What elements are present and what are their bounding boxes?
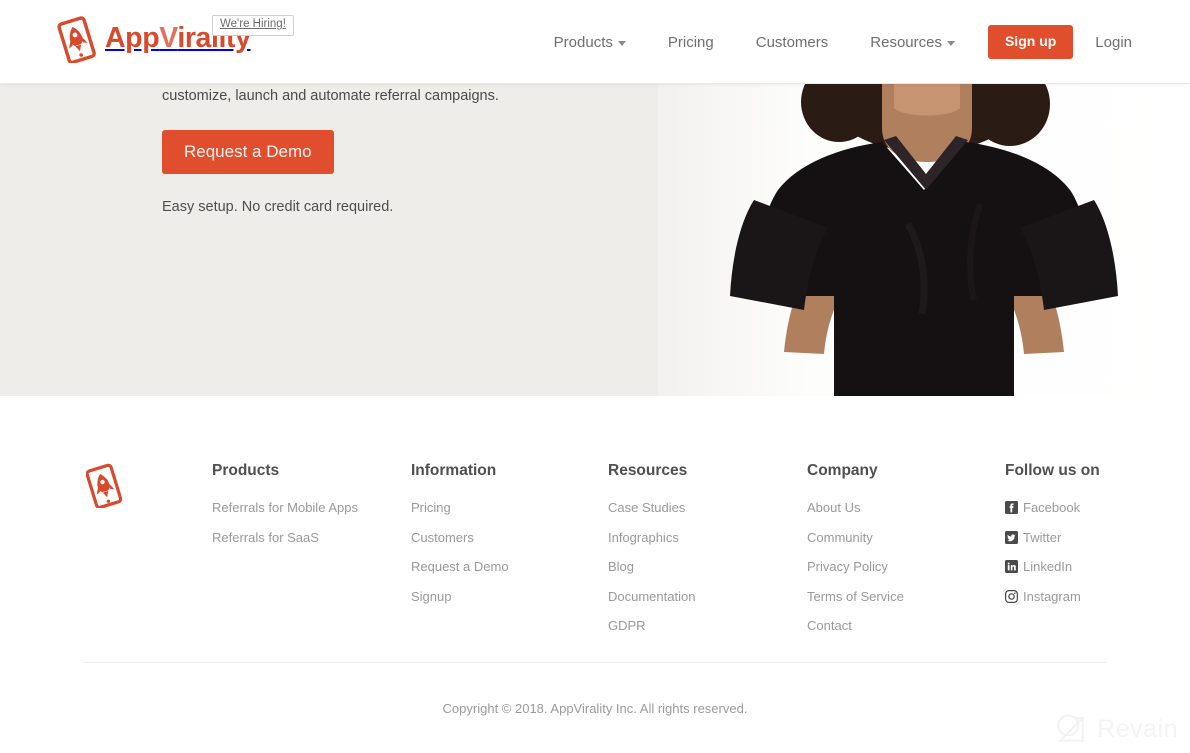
nav-item-products[interactable]: Products [533,34,647,51]
footer-link-documentation[interactable]: Documentation [608,589,695,605]
social-label-instagram: Instagram [1023,588,1081,604]
footer-divider [83,662,1107,663]
signup-button[interactable]: Sign up [987,25,1074,59]
footer-column-information: Information Pricing Customers Request a … [411,462,509,618]
footer-link-gdpr[interactable]: GDPR [608,618,695,634]
social-label-linkedin: LinkedIn [1023,559,1073,575]
facebook-icon [1005,501,1018,515]
footer-link-contact[interactable]: Contact [807,618,904,634]
hero-copy: customize, launch and automate referral … [162,84,582,215]
social-link-instagram[interactable]: Instagram [1005,589,1100,605]
footer-column-resources: Resources Case Studies Infographics Blog… [608,462,695,648]
twitter-icon [1005,530,1018,544]
footer-heading-company: Company [807,462,878,479]
nav-item-resources[interactable]: Resources [849,34,976,51]
footer-rocket-phone-logo-icon [86,463,123,508]
hero-note: Easy setup. No credit card required. [162,199,394,216]
footer-link-case-studies[interactable]: Case Studies [608,500,695,516]
social-link-linkedin[interactable]: LinkedIn [1005,559,1100,575]
footer-link-about-us[interactable]: About Us [807,500,904,516]
footer-link-customers[interactable]: Customers [411,530,509,546]
social-link-twitter[interactable]: Twitter [1005,530,1100,546]
footer-link-community[interactable]: Community [807,530,904,546]
hiring-badge[interactable]: We're Hiring! [212,15,294,36]
hero-section: customize, launch and automate referral … [0,84,1190,396]
nav-label-products: Products [553,33,613,51]
footer-link-pricing[interactable]: Pricing [411,500,509,516]
footer-heading-products: Products [212,462,280,479]
footer-link-referrals-saas[interactable]: Referrals for SaaS [212,530,358,546]
nav-label-customers: Customers [755,33,829,51]
footer-heading-social: Follow us on [1005,462,1100,479]
rocket-phone-logo-icon [57,16,96,63]
social-label-facebook: Facebook [1023,500,1081,515]
site-header: AppVirality We're Hiring! Products Prici… [0,0,1190,84]
hero-photo [658,84,1190,396]
footer-link-referrals-mobile-apps[interactable]: Referrals for Mobile Apps [212,500,358,516]
chevron-down-icon [946,41,955,46]
nav-item-pricing[interactable]: Pricing [647,34,735,51]
brand-word-v: V [159,22,178,54]
social-link-facebook[interactable]: Facebook [1005,500,1100,516]
revain-magnifier-logo-icon [1057,714,1084,742]
footer-column-company: Company About Us Community Privacy Polic… [807,462,904,648]
footer-link-privacy-policy[interactable]: Privacy Policy [807,559,904,575]
copyright-text: Copyright © 2018. AppVirality Inc. All r… [442,701,748,716]
footer-heading-resources: Resources [608,462,688,479]
main-navigation: Products Pricing Customers Resources Sig… [533,0,1142,84]
login-link[interactable]: Login [1085,34,1142,51]
footer-column-products: Products Referrals for Mobile Apps Refer… [212,462,358,559]
footer-link-terms-of-service[interactable]: Terms of Service [807,589,904,605]
woman-in-black-tshirt-illustration [658,84,1190,396]
hero-subtitle: customize, launch and automate referral … [162,88,499,104]
chevron-down-icon [617,41,626,46]
social-label-twitter: Twitter [1023,529,1062,545]
nav-label-pricing: Pricing [667,33,714,51]
site-footer: Products Referrals for Mobile Apps Refer… [0,396,1190,753]
revain-watermark-text: Revain [1097,714,1178,743]
instagram-icon [1005,590,1018,604]
footer-heading-information: Information [411,462,497,479]
nav-label-resources: Resources [870,33,942,51]
linkedin-icon [1005,560,1018,574]
footer-link-signup[interactable]: Signup [411,589,509,605]
footer-link-request-a-demo[interactable]: Request a Demo [411,559,509,575]
revain-watermark: Revain [1053,711,1178,747]
brand-word-app: App [105,22,160,54]
footer-link-blog[interactable]: Blog [608,559,695,575]
page-root: AppVirality We're Hiring! Products Prici… [0,0,1190,753]
footer-column-social: Follow us on Facebook Twitter LinkedIn I… [1005,462,1100,618]
nav-item-customers[interactable]: Customers [735,34,850,51]
footer-link-infographics[interactable]: Infographics [608,530,695,546]
request-demo-button[interactable]: Request a Demo [162,129,334,175]
